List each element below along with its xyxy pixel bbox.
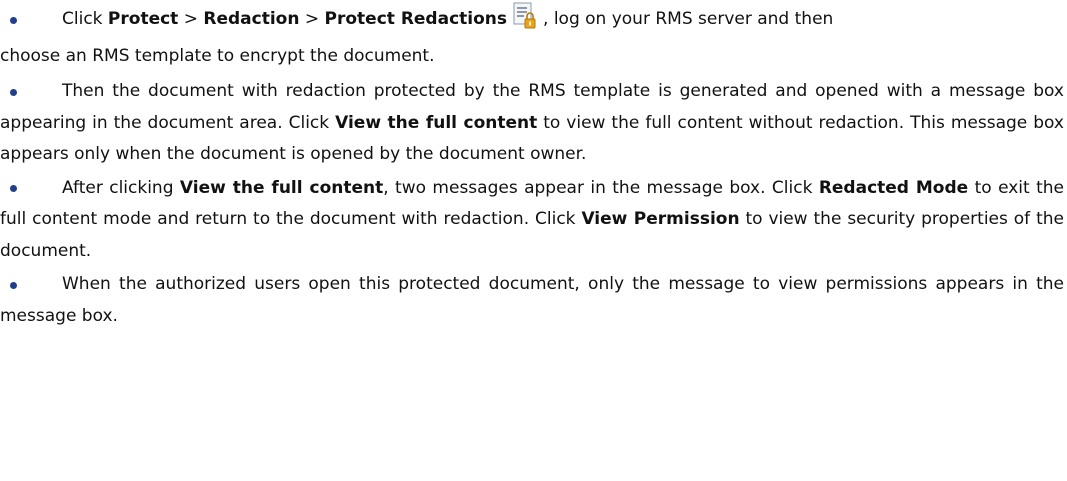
bullet-marker xyxy=(10,16,17,24)
bullet-marker xyxy=(10,88,17,96)
redacted-mode-label: Redacted Mode xyxy=(818,177,969,198)
bullet-item-1: Click Protect > Redaction > Protect Reda… xyxy=(0,0,1064,74)
bullet1-line2: choose an RMS template to encrypt the do… xyxy=(0,46,435,66)
bullet-marker xyxy=(10,185,17,192)
menu-redaction: Redaction xyxy=(203,9,300,29)
menu-protect: Protect xyxy=(107,9,179,29)
menu-protect-redactions: Protect Redactions xyxy=(324,9,508,29)
view-full-content-label: View the full content xyxy=(335,112,538,133)
document-body: Click Protect > Redaction > Protect Reda… xyxy=(0,0,1064,332)
bullet-marker xyxy=(10,281,17,289)
bullet1-after-icon: , log on your RMS server and then xyxy=(543,9,834,29)
bullet-item-2: Then the document with redaction protect… xyxy=(0,81,1064,164)
bullet-item-3: After clicking View the full content, tw… xyxy=(0,177,1064,261)
view-permission-label: View Permission xyxy=(581,209,740,229)
bullet1-click-text: Click xyxy=(62,9,108,29)
protect-redactions-icon xyxy=(513,2,539,30)
view-full-content-label: View the full content xyxy=(179,177,384,198)
bullet-item-4: When the authorized users open this prot… xyxy=(0,274,1064,326)
